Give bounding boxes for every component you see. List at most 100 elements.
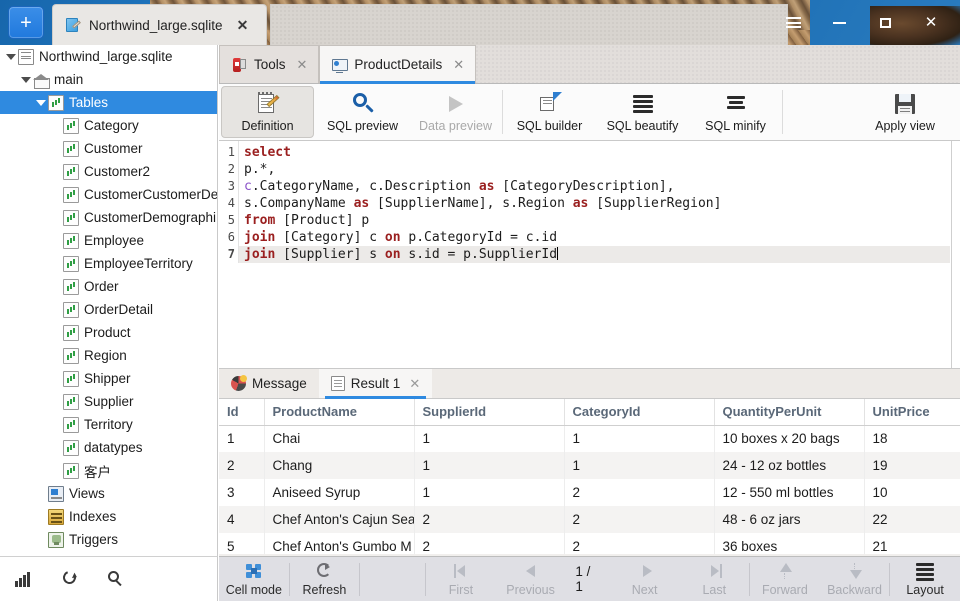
minimize-button[interactable] <box>816 0 862 45</box>
code-line[interactable]: join [Category] c on p.CategoryId = c.id <box>239 229 950 246</box>
toolbar-button-sql-builder[interactable]: SQL builder <box>503 84 596 140</box>
tree-item-indexes[interactable]: Indexes <box>0 505 217 528</box>
toolbar-button-sql-preview[interactable]: SQL preview <box>316 84 409 140</box>
editor-vertical-scrollbar[interactable] <box>951 141 960 368</box>
column-header-quantityperunit[interactable]: QuantityPerUnit <box>714 399 865 426</box>
tree-item-product[interactable]: Product <box>0 321 217 344</box>
editor-code-area[interactable]: select p.*, c.CategoryName, c.Description … <box>238 141 950 263</box>
tree-item-main[interactable]: main <box>0 68 217 91</box>
cell-categoryid[interactable]: 2 <box>564 479 715 506</box>
tree-item-customercustomerde[interactable]: CustomerCustomerDe <box>0 183 217 206</box>
tree-item--[interactable]: 客户 <box>0 459 217 482</box>
tree-item-views[interactable]: Views <box>0 482 217 505</box>
tree-item-triggers[interactable]: Triggers <box>0 528 217 551</box>
toolbar-button-data-preview[interactable]: Data preview <box>409 84 502 140</box>
cell-supplierid[interactable]: 2 <box>414 533 565 554</box>
table-row[interactable]: 3 Aniseed Syrup 1 2 12 - 550 ml bottles 10 <box>219 479 960 506</box>
document-tab-close-icon[interactable]: ✕ <box>237 17 249 34</box>
cell-quantityperunit[interactable]: 10 boxes x 20 bags <box>714 425 865 452</box>
tree-item-customerdemographi[interactable]: CustomerDemographi <box>0 206 217 229</box>
cell-categoryid[interactable]: 1 <box>564 452 715 479</box>
result-grid[interactable]: Id ProductName SupplierId CategoryId Quantit… <box>219 399 960 554</box>
tree-item-category[interactable]: Category <box>0 114 217 137</box>
result-tab-message[interactable]: Message <box>219 369 319 398</box>
status-button-backward[interactable]: Backward <box>820 557 890 601</box>
column-header-productname[interactable]: ProductName <box>264 399 415 426</box>
chevron-down-icon[interactable] <box>34 99 48 106</box>
tree-item-customer2[interactable]: Customer2 <box>0 160 217 183</box>
tree-item-territory[interactable]: Territory <box>0 413 217 436</box>
code-line[interactable]: from [Product] p <box>239 212 950 229</box>
code-line[interactable]: p.*, <box>239 161 950 178</box>
cell-productname[interactable]: Chai <box>264 425 415 452</box>
toolbar-button-apply-view[interactable]: Apply view <box>850 84 960 140</box>
tree-item-shipper[interactable]: Shipper <box>0 367 217 390</box>
cell-supplierid[interactable]: 1 <box>414 425 565 452</box>
tree-item-employee[interactable]: Employee <box>0 229 217 252</box>
chevron-down-icon[interactable] <box>19 76 33 83</box>
cell-supplierid[interactable]: 2 <box>414 506 565 533</box>
cell-productname[interactable]: Chef Anton's Gumbo M <box>264 533 415 554</box>
document-tab-northwind[interactable]: Northwind_large.sqlite ✕ <box>52 4 267 45</box>
status-button-first[interactable]: First <box>426 557 496 601</box>
tree-item-northwind-large-sqlite[interactable]: Northwind_large.sqlite <box>0 45 217 68</box>
tree-item-employeeterritory[interactable]: EmployeeTerritory <box>0 252 217 275</box>
table-row[interactable]: 4 Chef Anton's Cajun Sea 2 2 48 - 6 oz jars 2… <box>219 506 960 533</box>
code-line[interactable]: join [Supplier] s on s.id = p.SupplierId <box>239 246 950 263</box>
status-button-refresh[interactable]: Refresh <box>290 557 360 601</box>
cell-id[interactable]: 4 <box>219 506 265 533</box>
tree-item-tables[interactable]: Tables <box>0 91 217 114</box>
sql-editor[interactable]: 1234567 select p.*, c.CategoryName, c.Desc… <box>219 141 960 369</box>
cell-unitprice[interactable]: 10 <box>864 479 960 506</box>
editor-tab-close-icon[interactable]: ✕ <box>297 57 308 73</box>
maximize-button[interactable] <box>862 0 908 45</box>
code-line[interactable]: c.CategoryName, c.Description as [Catego… <box>239 178 950 195</box>
tree-item-supplier[interactable]: Supplier <box>0 390 217 413</box>
cell-id[interactable]: 1 <box>219 425 265 452</box>
cell-productname[interactable]: Chang <box>264 452 415 479</box>
search-icon[interactable] <box>106 569 126 589</box>
toolbar-button-sql-beautify[interactable]: SQL beautify <box>596 84 689 140</box>
cell-quantityperunit[interactable]: 36 boxes <box>714 533 865 554</box>
result-tab-close-icon[interactable]: ✕ <box>409 376 420 392</box>
cell-unitprice[interactable]: 19 <box>864 452 960 479</box>
toolbar-button-sql-minify[interactable]: SQL minify <box>689 84 782 140</box>
new-tab-button[interactable]: + <box>8 6 44 39</box>
status-button-next[interactable]: Next <box>610 557 680 601</box>
refresh-icon[interactable] <box>60 568 80 589</box>
cell-unitprice[interactable]: 22 <box>864 506 960 533</box>
editor-tab-productdetails[interactable]: ProductDetails ✕ <box>319 45 477 84</box>
close-button[interactable]: ✕ <box>908 0 954 45</box>
cell-productname[interactable]: Aniseed Syrup <box>264 479 415 506</box>
cell-id[interactable]: 3 <box>219 479 265 506</box>
editor-tab-tools[interactable]: Tools ✕ <box>219 45 320 83</box>
tree-item-datatypes[interactable]: datatypes <box>0 436 217 459</box>
editor-tab-close-icon[interactable]: ✕ <box>453 57 464 73</box>
cell-supplierid[interactable]: 1 <box>414 452 565 479</box>
tree-item-orderdetail[interactable]: OrderDetail <box>0 298 217 321</box>
status-button-cell-mode[interactable]: Cell mode <box>219 557 289 601</box>
cell-id[interactable]: 2 <box>219 452 265 479</box>
column-header-supplierid[interactable]: SupplierId <box>414 399 565 426</box>
cell-categoryid[interactable]: 2 <box>564 506 715 533</box>
code-line[interactable]: select <box>239 144 950 161</box>
tree-item-customer[interactable]: Customer <box>0 137 217 160</box>
main-menu-button[interactable] <box>770 0 816 45</box>
cell-unitprice[interactable]: 21 <box>864 533 960 554</box>
status-button-last[interactable]: Last <box>679 557 749 601</box>
cell-categoryid[interactable]: 1 <box>564 425 715 452</box>
table-row[interactable]: 2 Chang 1 1 24 - 12 oz bottles 19 <box>219 452 960 479</box>
cell-supplierid[interactable]: 1 <box>414 479 565 506</box>
cell-quantityperunit[interactable]: 24 - 12 oz bottles <box>714 452 865 479</box>
cell-quantityperunit[interactable]: 12 - 550 ml bottles <box>714 479 865 506</box>
column-header-categoryid[interactable]: CategoryId <box>564 399 715 426</box>
object-tree-sidebar[interactable]: Northwind_large.sqlite main Tables Category… <box>0 45 218 556</box>
cell-categoryid[interactable]: 2 <box>564 533 715 554</box>
chart-icon[interactable] <box>14 569 34 589</box>
tree-item-region[interactable]: Region <box>0 344 217 367</box>
table-row[interactable]: 5 Chef Anton's Gumbo M 2 2 36 boxes 21 <box>219 533 960 554</box>
result-tab-result-1[interactable]: Result 1 ✕ <box>318 369 433 399</box>
cell-unitprice[interactable]: 18 <box>864 425 960 452</box>
chevron-down-icon[interactable] <box>4 53 18 60</box>
status-button-previous[interactable]: Previous <box>496 557 566 601</box>
